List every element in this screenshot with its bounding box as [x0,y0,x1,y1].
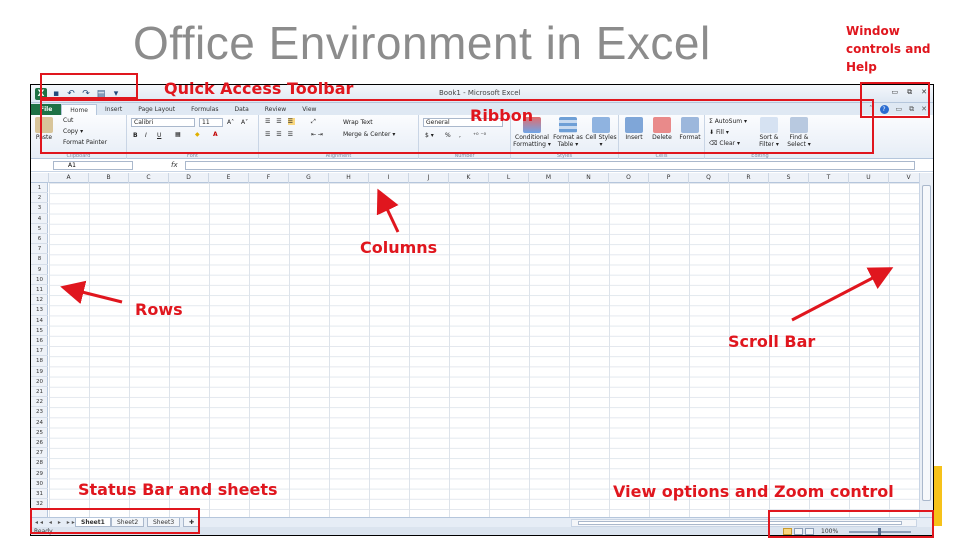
row-header[interactable]: 24 [31,418,48,428]
window-controls-callout: Window controls and Help [846,24,931,74]
row-header[interactable]: 27 [31,448,48,459]
row-header[interactable]: 8 [31,254,48,265]
column-header[interactable]: F [249,173,289,183]
column-header[interactable]: J [409,173,449,183]
row-header[interactable]: 5 [31,224,48,234]
select-all-corner[interactable] [31,173,49,183]
slide-title: Office Environment in Excel [133,17,711,69]
row-header[interactable]: 3 [31,203,48,214]
row-header[interactable]: 6 [31,234,48,245]
column-header[interactable]: H [329,173,369,183]
row-header[interactable]: 4 [31,214,48,224]
row-header[interactable]: 15 [31,326,48,336]
column-header[interactable]: Q [689,173,729,183]
column-header[interactable]: S [769,173,809,183]
row-header[interactable]: 11 [31,285,48,296]
column-header[interactable]: L [489,173,529,183]
row-header[interactable]: 23 [31,407,48,418]
row-header[interactable]: 17 [31,346,48,357]
window-controls-highlight [860,82,930,118]
column-header[interactable]: K [449,173,489,183]
decorative-side-bar [934,466,942,526]
column-header[interactable]: U [849,173,889,183]
column-header[interactable]: T [809,173,849,183]
vertical-scrollbar[interactable] [919,173,933,517]
rows-callout: Rows [135,300,183,319]
columns-callout: Columns [360,238,438,257]
column-header[interactable]: P [649,173,689,183]
column-header[interactable]: M [529,173,569,183]
window-title: Book1 - Microsoft Excel [439,89,521,97]
zoom-highlight [768,510,934,538]
row-header[interactable]: 29 [31,469,48,479]
column-headers: ABCDEFGHIJKLMNOPQRSTUV [31,173,929,183]
column-header[interactable]: D [169,173,209,183]
formula-bar: A1 fx [31,160,933,172]
row-header[interactable]: 21 [31,387,48,398]
row-header[interactable]: 25 [31,428,48,438]
status-bar-callout: Status Bar and sheets [78,480,278,499]
ribbon-callout: Ribbon [470,106,534,125]
view-zoom-callout: View options and Zoom control [613,482,894,501]
scroll-bar-callout: Scroll Bar [728,332,816,351]
qat-highlight [40,73,138,99]
row-header[interactable]: 9 [31,265,48,275]
row-header[interactable]: 20 [31,377,48,387]
column-header[interactable]: E [209,173,249,183]
column-header[interactable]: A [49,173,89,183]
column-header[interactable]: N [569,173,609,183]
row-header[interactable]: 14 [31,316,48,326]
vertical-scroll-thumb[interactable] [922,185,931,501]
row-header[interactable]: 28 [31,458,48,469]
column-header[interactable]: R [729,173,769,183]
row-header[interactable]: 16 [31,336,48,347]
row-header[interactable]: 22 [31,397,48,408]
qat-callout: Quick Access Toolbar [164,79,354,98]
row-header[interactable]: 2 [31,193,48,204]
column-header[interactable]: I [369,173,409,183]
column-header[interactable]: G [289,173,329,183]
row-headers: 1 2 3 4 5 6 7 8 9 10 11 12 13 14 15 16 17 18 19 20 21 22 23 24 2… [31,183,48,517]
fx-icon[interactable]: fx [171,161,178,169]
row-header[interactable]: 31 [31,489,48,500]
name-box[interactable]: A1 [53,161,133,170]
column-header[interactable]: C [129,173,169,183]
row-header[interactable]: 19 [31,367,48,377]
row-header[interactable]: 30 [31,479,48,489]
sheets-highlight [30,508,200,534]
row-header[interactable]: 10 [31,275,48,285]
row-header[interactable]: 7 [31,244,48,255]
row-header[interactable]: 13 [31,305,48,316]
ribbon-highlight [40,99,874,154]
row-header[interactable]: 1 [31,183,48,194]
row-header[interactable]: 26 [31,438,48,449]
column-header[interactable]: B [89,173,129,183]
column-header[interactable]: O [609,173,649,183]
formula-input[interactable] [185,161,915,170]
row-header[interactable]: 18 [31,356,48,367]
row-header[interactable]: 12 [31,295,48,306]
